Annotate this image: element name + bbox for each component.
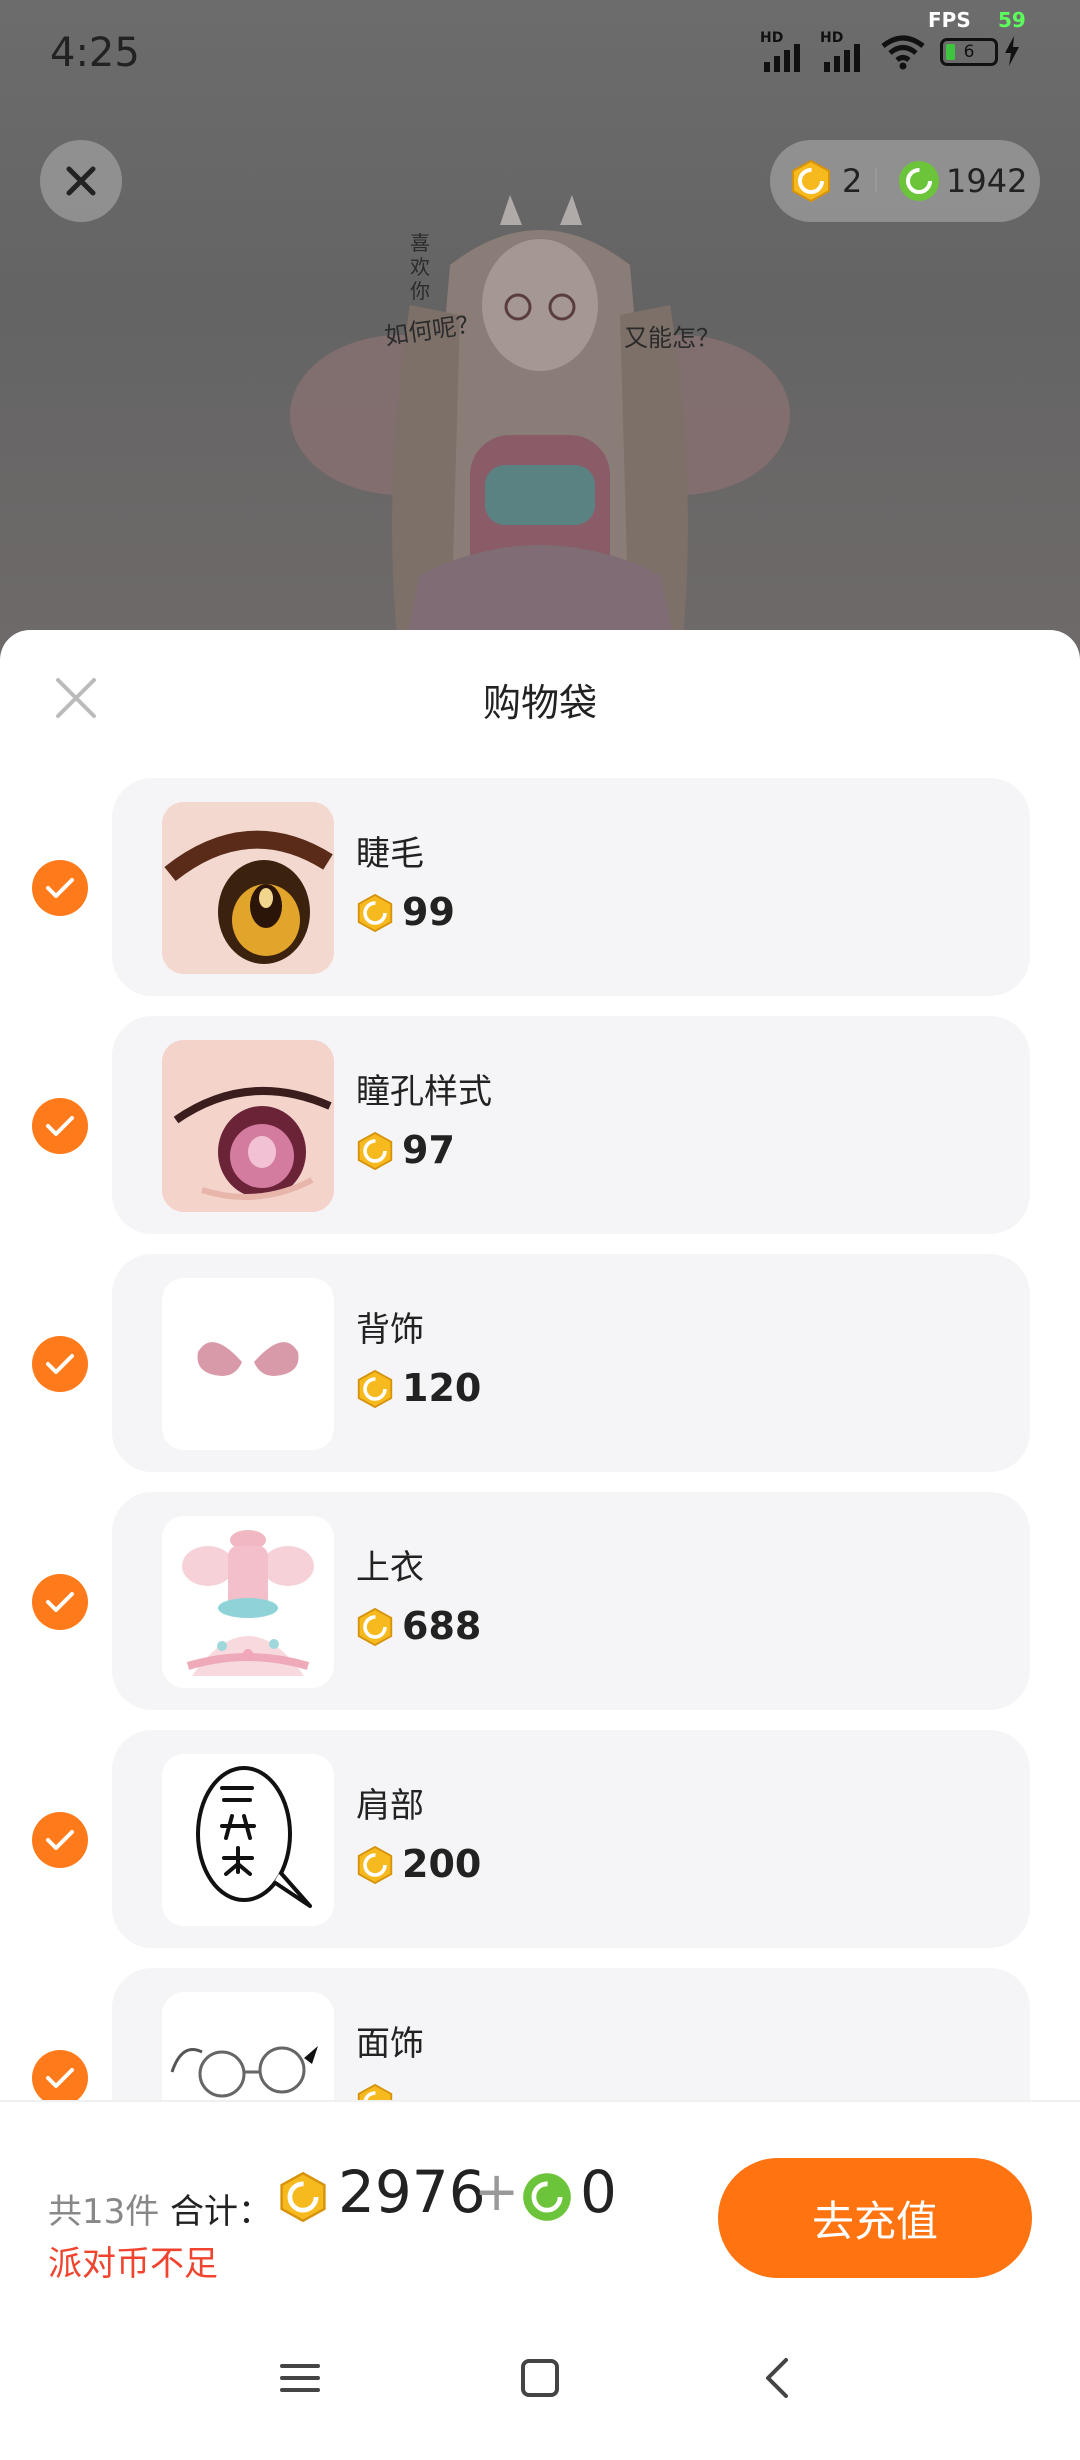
glasses-image: [162, 1992, 334, 2100]
item-thumbnail: [162, 1278, 334, 1450]
item-thumbnail: [162, 1516, 334, 1688]
bubble-char-1: 喜: [410, 231, 430, 255]
gold-coin-icon: [357, 1608, 393, 1646]
speech-text-right: 又能怎？: [624, 324, 720, 352]
item-count: 共13件: [48, 2192, 160, 2232]
status-bar: 4:25 FPS 59 HD HD 6: [0, 0, 1080, 110]
item-thumbnail: [162, 802, 334, 974]
shopping-bag-sheet: 购物袋 睫毛 99 瞳孔样式 97 背饰 120 上衣 688 肩部 200 面…: [0, 630, 1080, 2460]
item-checkbox[interactable]: [32, 860, 88, 916]
checkout-footer: 共13件 合计： 2976 + 0 派对币不足 去充值: [0, 2102, 1080, 2292]
cart-item[interactable]: 肩部 200: [0, 1730, 1080, 1948]
cart-item[interactable]: 瞳孔样式 97: [0, 1016, 1080, 1234]
item-card[interactable]: 睫毛 99: [112, 778, 1030, 996]
green-balance: 1942: [946, 162, 1028, 200]
cart-item[interactable]: 睫毛 99: [0, 778, 1080, 996]
gold-coin-icon: [357, 1132, 393, 1170]
price-value: 97: [402, 1128, 455, 1172]
fps-value: 59: [998, 8, 1026, 32]
check-icon: [46, 1592, 74, 1612]
green-coin-icon: [523, 2173, 571, 2221]
bubble-char-2: 欢: [410, 255, 430, 279]
close-icon: [66, 166, 96, 196]
recharge-button[interactable]: 去充值: [718, 2158, 1032, 2278]
check-icon: [46, 878, 74, 898]
gold-coin-icon: [280, 2172, 326, 2222]
check-icon: [46, 1354, 74, 1374]
item-name: 瞳孔样式: [356, 1072, 492, 1112]
item-name: 睫毛: [356, 834, 424, 874]
price-value: 200: [402, 1842, 482, 1886]
status-icons: HD HD 6: [760, 30, 1060, 80]
item-card[interactable]: 面饰: [112, 1968, 1030, 2100]
item-name: 上衣: [356, 1548, 424, 1588]
green-coin-icon: [899, 161, 939, 201]
bubble-char-3: 你: [410, 279, 430, 303]
signal-icon: [760, 36, 810, 72]
cart-item[interactable]: 上衣 688: [0, 1492, 1080, 1710]
back-icon[interactable]: [748, 2348, 808, 2408]
item-checkbox[interactable]: [32, 1098, 88, 1154]
total-label: 合计：: [170, 2192, 272, 2232]
close-button[interactable]: [40, 140, 122, 222]
price-value: 120: [402, 1366, 482, 1410]
item-name: 面饰: [356, 2024, 424, 2064]
cart-list[interactable]: 睫毛 99 瞳孔样式 97 背饰 120 上衣 688 肩部 200 面饰: [0, 778, 1080, 2100]
insufficient-balance-warning: 派对币不足: [48, 2244, 218, 2284]
item-thumbnail: [162, 1992, 334, 2100]
avatar-scene: 4:25 FPS 59 HD HD 6 2 1942 喜 欢 你 如何呢？ 又能…: [0, 0, 1080, 660]
speech-bubble-image: [162, 1754, 334, 1926]
signal-icon-2: [820, 36, 870, 72]
gold-coin-icon: [357, 2084, 393, 2100]
charging-icon: [1005, 36, 1019, 66]
item-card[interactable]: 肩部 200: [112, 1730, 1030, 1948]
price-value: 99: [402, 890, 455, 934]
gold-coin-icon: [357, 894, 393, 932]
cart-item[interactable]: 面饰: [0, 1968, 1080, 2100]
plus-sign: +: [474, 2160, 520, 2223]
wifi-icon: [881, 35, 925, 70]
gold-coin-icon: [357, 1370, 393, 1408]
menu-icon[interactable]: [270, 2348, 330, 2408]
check-icon: [46, 1830, 74, 1850]
check-icon: [46, 1116, 74, 1136]
check-icon: [46, 2068, 74, 2088]
gold-balance: 2: [842, 162, 863, 200]
item-checkbox[interactable]: [32, 2050, 88, 2100]
item-thumbnail: [162, 1754, 334, 1926]
pupil-image: [162, 1040, 334, 1212]
sheet-title: 购物袋: [482, 681, 597, 725]
gold-coin-icon: [357, 1846, 393, 1884]
item-card[interactable]: 瞳孔样式 97: [112, 1016, 1030, 1234]
dress-image: [162, 1516, 334, 1688]
fps-label: FPS: [928, 8, 971, 32]
item-checkbox[interactable]: [32, 1336, 88, 1392]
item-checkbox[interactable]: [32, 1812, 88, 1868]
price-value: 688: [402, 1604, 482, 1648]
balance-divider: [875, 168, 877, 192]
item-card[interactable]: 上衣 688: [112, 1492, 1030, 1710]
eyelash-image: [162, 802, 334, 974]
battery-level: 6: [963, 42, 975, 62]
cart-item[interactable]: 背饰 120: [0, 1254, 1080, 1472]
status-time: 4:25: [50, 30, 140, 76]
battery-icon: 6: [940, 38, 998, 66]
wings-image: [162, 1278, 334, 1450]
item-card[interactable]: 背饰 120: [112, 1254, 1030, 1472]
item-name: 背饰: [356, 1310, 424, 1350]
item-checkbox[interactable]: [32, 1574, 88, 1630]
home-icon[interactable]: [510, 2348, 570, 2408]
system-nav-bar: [0, 2292, 1080, 2460]
avatar-character: [290, 195, 790, 660]
item-thumbnail: [162, 1040, 334, 1212]
gold-total: 2976: [338, 2158, 486, 2226]
item-name: 肩部: [356, 1786, 424, 1826]
green-total: 0: [580, 2158, 617, 2226]
